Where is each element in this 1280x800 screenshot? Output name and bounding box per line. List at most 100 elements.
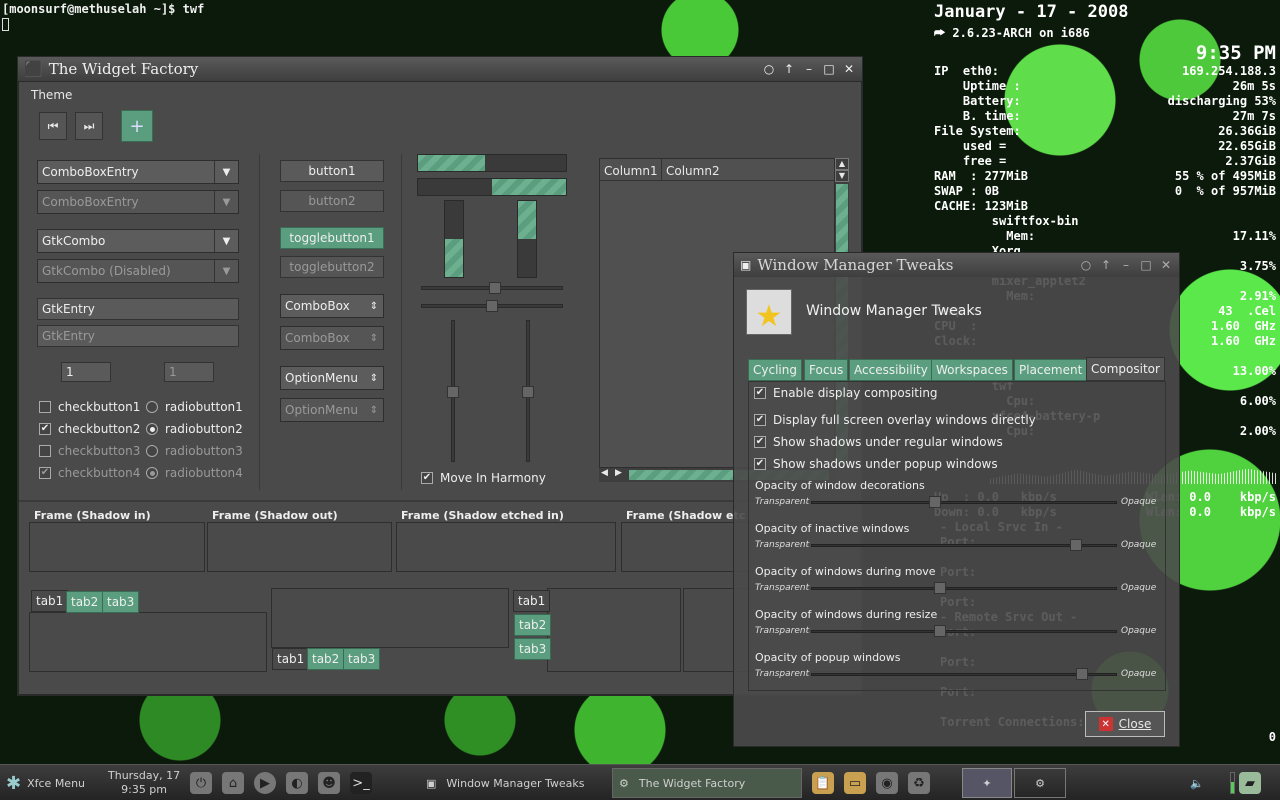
close-icon[interactable]: ✕ [842, 62, 856, 76]
swiftfox-icon[interactable]: ◐ [286, 772, 308, 794]
tab-placement[interactable]: Placement [1014, 359, 1088, 381]
close-icon[interactable]: ✕ [1159, 258, 1173, 272]
tab-workspaces[interactable]: Workspaces [931, 359, 1013, 381]
opacity-handle[interactable] [1076, 668, 1088, 680]
shadows-popup-check[interactable]: ✔ Show shadows under popup windows [754, 457, 998, 471]
radio-selected-icon [146, 423, 158, 435]
tab-focus[interactable]: Focus [804, 359, 849, 381]
chevron-right-icon[interactable]: ▶ [615, 468, 622, 478]
move-in-harmony-check[interactable]: ✔ Move In Harmony [421, 471, 546, 485]
power-icon[interactable]: ⏻ [190, 772, 212, 794]
nb3-tab1[interactable]: tab1 [513, 590, 551, 612]
nb3-tab3[interactable]: tab3 [514, 638, 552, 660]
checkbox-checked-icon: ✔ [754, 458, 766, 470]
shade-icon[interactable]: ↑ [1099, 258, 1113, 272]
optionmenu-1[interactable]: OptionMenu ⇕ [280, 366, 384, 390]
tab-compositor[interactable]: Compositor [1086, 357, 1165, 381]
opacity-label: Opacity of popup windows [755, 651, 901, 664]
spin-button-1[interactable]: 1 [61, 362, 111, 382]
workspace-1[interactable]: ✦ [962, 768, 1012, 798]
back-button[interactable]: ⏮ [39, 112, 67, 140]
checkbutton2[interactable]: ✔ checkbutton2 [39, 422, 140, 436]
column1-header[interactable]: Column1 [600, 159, 662, 181]
conky-kernel: ⮫ 2.6.23-ARCH on i686 [934, 26, 1090, 41]
play-icon[interactable]: ▶ [254, 772, 276, 794]
opacity-handle[interactable] [929, 496, 941, 508]
nb2-tab2[interactable]: tab2 [307, 648, 345, 670]
checkbox-checked-icon: ✔ [421, 472, 433, 484]
camera-icon[interactable]: ◉ [876, 772, 898, 794]
workspace-2[interactable]: ⚙ [1014, 768, 1066, 798]
radiobutton2[interactable]: radiobutton2 [146, 422, 243, 436]
opacity-trough[interactable] [811, 630, 1117, 633]
minimize-icon[interactable]: – [802, 62, 816, 76]
column2-header[interactable]: Column2 [662, 159, 834, 181]
nb1-tab3[interactable]: tab3 [102, 591, 140, 613]
shade-icon[interactable]: ↑ [782, 62, 796, 76]
nb2-tab3[interactable]: tab3 [343, 648, 381, 670]
nb1-tab1[interactable]: tab1 [31, 590, 69, 612]
xfce-menu-button[interactable]: ✱ Xfce Menu [6, 768, 85, 798]
nb1-tab2[interactable]: tab2 [66, 591, 104, 613]
conky-value: 17.11% [1232, 229, 1276, 243]
chevron-down-icon[interactable]: ▼ [835, 170, 849, 182]
button1[interactable]: button1 [280, 160, 384, 182]
menu-icon[interactable]: ○ [762, 62, 776, 76]
volume-icon[interactable]: 🔈 [1190, 768, 1204, 798]
comboboxentry-1[interactable]: ComboBoxEntry ▼ [37, 160, 239, 184]
battery-icon[interactable]: ▰ [1239, 772, 1261, 794]
task-wm-tweaks[interactable]: ▣ Window Manager Tweaks [420, 768, 606, 798]
enable-compositing-check[interactable]: ✔ Enable display compositing [754, 386, 938, 400]
tab-cycling[interactable]: Cycling [748, 359, 802, 381]
gtkentry[interactable]: GtkEntry [37, 298, 239, 320]
opacity-trough[interactable] [811, 587, 1117, 590]
twf-titlebar[interactable]: ⬛ The Widget Factory ○ ↑ – □ ✕ [18, 57, 862, 81]
taskbar-clock[interactable]: Thursday, 17 9:35 pm [108, 768, 180, 798]
task-label: The Widget Factory [638, 776, 746, 790]
nb2-tab1[interactable]: tab1 [272, 648, 310, 670]
add-button[interactable]: + [121, 110, 153, 142]
forward-button[interactable]: ⏭ [75, 112, 103, 140]
fullscreen-overlay-check[interactable]: ✔ Display full screen overlay windows dir… [754, 413, 1036, 427]
minimize-icon[interactable]: – [1119, 258, 1133, 272]
chevron-down-icon[interactable]: ▼ [214, 161, 238, 183]
trash-icon[interactable]: ♻ [908, 772, 930, 794]
opaque-label: Opaque [1121, 669, 1157, 679]
task-label: Window Manager Tweaks [446, 776, 585, 790]
maximize-icon[interactable]: □ [822, 62, 836, 76]
chevron-down-icon[interactable]: ▼ [214, 230, 238, 252]
opacity-trough[interactable] [811, 501, 1117, 504]
hscale-1-handle[interactable] [489, 282, 501, 294]
gtkentry-disabled: GtkEntry [37, 325, 239, 347]
maximize-icon[interactable]: □ [1139, 258, 1153, 272]
radiobutton1[interactable]: radiobutton1 [146, 400, 243, 414]
opacity-handle[interactable] [934, 582, 946, 594]
clipboard-icon[interactable]: 📋 [812, 772, 834, 794]
close-button[interactable]: ✕ Close [1085, 711, 1165, 737]
chevron-up-icon[interactable]: ▲ [835, 158, 849, 170]
nb3-tab2[interactable]: tab2 [514, 614, 552, 636]
gimp-icon[interactable]: ☻ [318, 772, 340, 794]
wmt-titlebar[interactable]: ▣ Window Manager Tweaks ○ ↑ – □ ✕ [734, 253, 1179, 277]
terminal-icon[interactable]: >_ [350, 772, 372, 794]
opacity-handle[interactable] [1070, 539, 1082, 551]
opacity-trough[interactable] [811, 673, 1117, 676]
shadows-regular-check[interactable]: ✔ Show shadows under regular windows [754, 435, 1003, 449]
plus-icon: + [129, 115, 145, 137]
vscale-2-handle[interactable] [522, 386, 534, 398]
togglebutton1[interactable]: togglebutton1 [280, 227, 384, 249]
gtkcombo[interactable]: GtkCombo ▼ [37, 229, 239, 253]
folder-icon[interactable]: ▭ [844, 772, 866, 794]
home-icon[interactable]: ⌂ [222, 772, 244, 794]
opacity-handle[interactable] [934, 625, 946, 637]
tab-accessibility[interactable]: Accessibility [849, 359, 933, 381]
menu-icon[interactable]: ○ [1079, 258, 1093, 272]
combobox-1[interactable]: ComboBox ⇕ [280, 294, 384, 318]
vscale-1-handle[interactable] [447, 386, 459, 398]
terminal-cursor [2, 18, 9, 31]
menu-theme[interactable]: Theme [31, 88, 72, 102]
task-widget-factory[interactable]: ⚙ The Widget Factory [612, 768, 802, 798]
checkbutton1[interactable]: checkbutton1 [39, 400, 140, 414]
hscale-2-handle[interactable] [486, 300, 498, 312]
chevron-left-icon[interactable]: ◀ [601, 468, 608, 478]
